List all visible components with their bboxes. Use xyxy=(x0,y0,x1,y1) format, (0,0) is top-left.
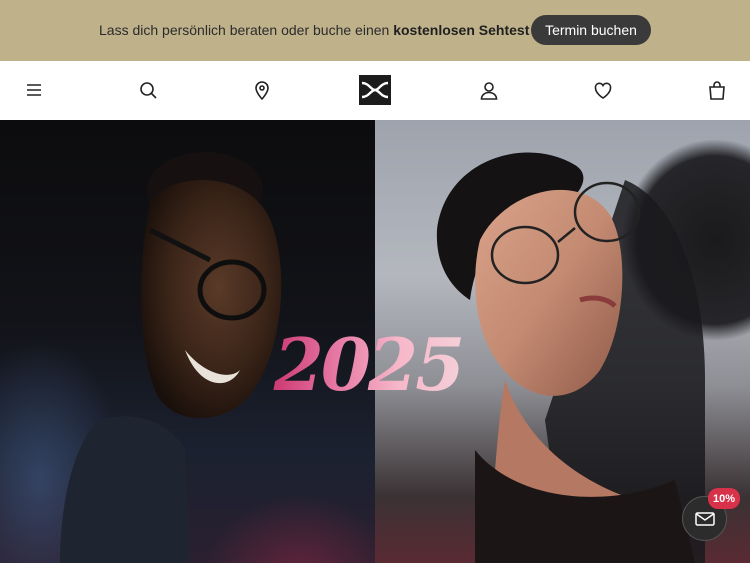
promo-text: Lass dich persönlich beraten oder buche … xyxy=(99,22,529,38)
promo-text-bold: kostenlosen Sehtest xyxy=(393,22,530,38)
discount-badge[interactable]: 10% xyxy=(708,488,740,509)
heart-icon[interactable] xyxy=(592,79,614,101)
navbar xyxy=(0,61,750,120)
book-appointment-button[interactable]: Termin buchen xyxy=(531,15,651,45)
hero-banner[interactable]: 2025 xyxy=(0,120,750,563)
promo-text-regular: Lass dich persönlich beraten oder buche … xyxy=(99,22,394,38)
user-icon[interactable] xyxy=(478,79,500,101)
menu-icon[interactable] xyxy=(23,79,45,101)
brand-logo[interactable] xyxy=(359,75,391,105)
location-pin-icon[interactable] xyxy=(251,79,273,101)
envelope-icon xyxy=(694,511,715,526)
search-icon[interactable] xyxy=(137,79,159,101)
hero-title: 2025 xyxy=(268,325,468,405)
shopping-bag-icon[interactable] xyxy=(706,79,728,101)
promo-bar: Lass dich persönlich beraten oder buche … xyxy=(0,0,750,61)
